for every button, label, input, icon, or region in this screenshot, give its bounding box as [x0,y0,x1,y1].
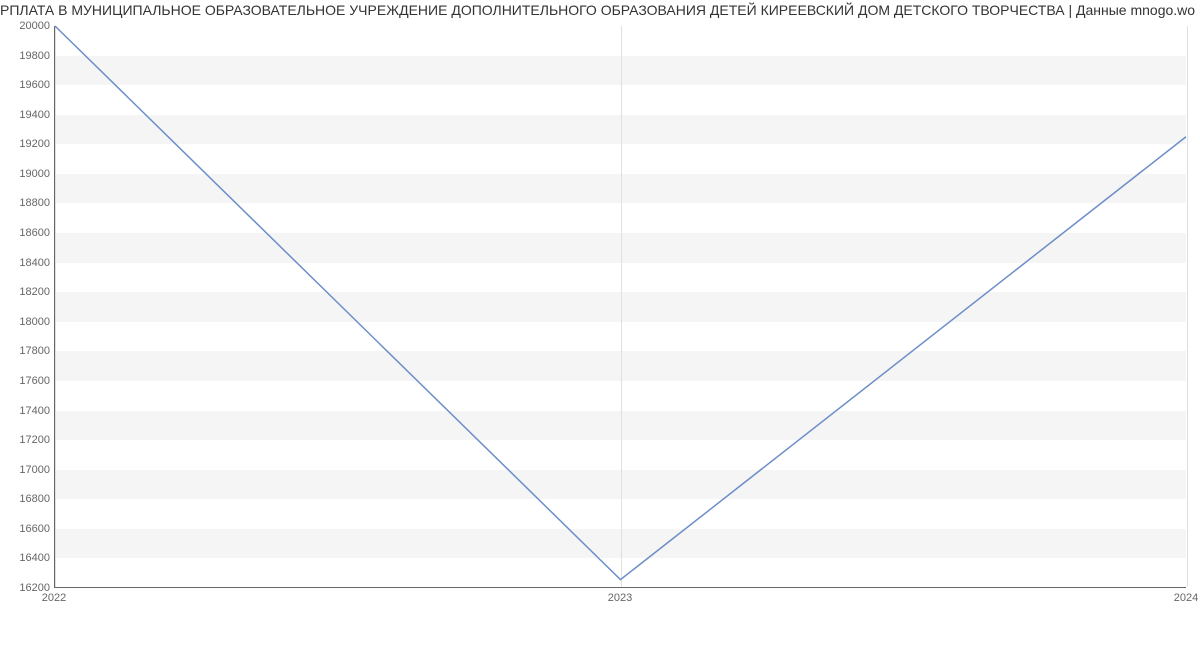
y-tick-label: 16800 [6,493,50,505]
chart-container: РПЛАТА В МУНИЦИПАЛЬНОЕ ОБРАЗОВАТЕЛЬНОЕ У… [0,0,1200,650]
y-tick-label: 18600 [6,227,50,239]
line-series [55,26,1186,587]
y-tick-label: 17200 [6,434,50,446]
y-tick-label: 17000 [6,464,50,476]
y-tick-label: 19800 [6,50,50,62]
x-tick-label: 2023 [608,592,632,604]
plot-area [54,26,1186,588]
y-tick-label: 18400 [6,257,50,269]
y-tick-label: 18000 [6,316,50,328]
chart-title: РПЛАТА В МУНИЦИПАЛЬНОЕ ОБРАЗОВАТЕЛЬНОЕ У… [0,2,1200,18]
y-tick-label: 18800 [6,197,50,209]
y-tick-label: 16400 [6,552,50,564]
y-tick-label: 17800 [6,345,50,357]
x-tick-label: 2024 [1174,592,1198,604]
y-tick-label: 20000 [6,20,50,32]
y-tick-label: 19200 [6,138,50,150]
y-tick-label: 19600 [6,79,50,91]
y-tick-label: 17400 [6,405,50,417]
grid-vertical [1187,26,1188,587]
y-tick-label: 17600 [6,375,50,387]
y-tick-label: 18200 [6,286,50,298]
y-tick-label: 19400 [6,109,50,121]
y-tick-label: 19000 [6,168,50,180]
y-tick-label: 16600 [6,523,50,535]
x-tick-label: 2022 [42,592,66,604]
